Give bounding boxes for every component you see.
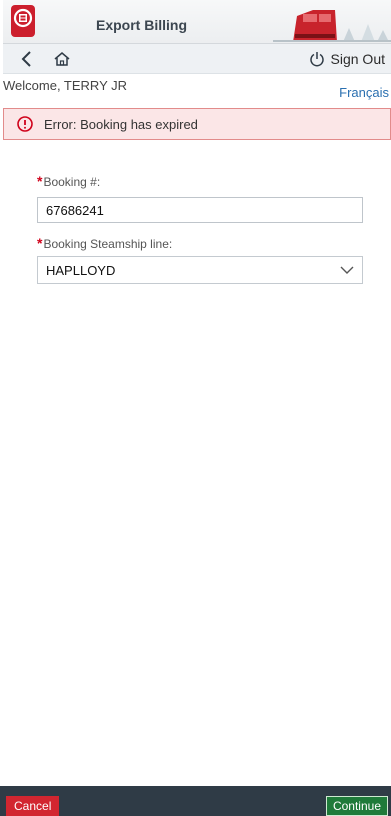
- app-header: Export Billing: [3, 0, 391, 44]
- train-illustration: [273, 2, 391, 42]
- home-icon: [54, 52, 70, 66]
- sign-out-label: Sign Out: [330, 51, 385, 67]
- chevron-down-icon: [340, 266, 354, 274]
- error-banner: Error: Booking has expired: [3, 108, 391, 140]
- required-marker: *: [37, 235, 43, 251]
- sign-out-button[interactable]: Sign Out: [309, 49, 385, 69]
- continue-button[interactable]: Continue: [325, 796, 388, 816]
- home-button[interactable]: [53, 50, 71, 68]
- alert-circle-icon: [17, 116, 33, 132]
- power-icon: [309, 52, 324, 67]
- booking-number-input[interactable]: 67686241: [37, 197, 363, 223]
- back-button[interactable]: [19, 50, 35, 68]
- page-title: Export Billing: [96, 17, 187, 33]
- booking-number-label-text: Booking #:: [43, 175, 101, 189]
- cancel-button[interactable]: Cancel: [6, 796, 60, 816]
- steamship-line-label: *Booking Steamship line:: [37, 235, 172, 251]
- chevron-left-icon: [21, 51, 31, 67]
- booking-number-value: 67686241: [46, 202, 104, 218]
- language-toggle-link[interactable]: Français: [339, 85, 389, 100]
- footer-bar: Cancel Continue: [0, 786, 391, 816]
- error-message: Error: Booking has expired: [44, 116, 198, 132]
- booking-number-label: *Booking #:: [37, 173, 100, 189]
- nav-bar: Sign Out: [3, 44, 391, 74]
- railway-logo-icon: [11, 5, 35, 37]
- welcome-text: Welcome, TERRY JR: [3, 78, 128, 93]
- steamship-line-selected-value: HAPLLOYD: [46, 262, 116, 278]
- steamship-line-label-text: Booking Steamship line:: [43, 237, 173, 251]
- steamship-line-select[interactable]: HAPLLOYD: [37, 256, 363, 284]
- required-marker: *: [37, 173, 43, 189]
